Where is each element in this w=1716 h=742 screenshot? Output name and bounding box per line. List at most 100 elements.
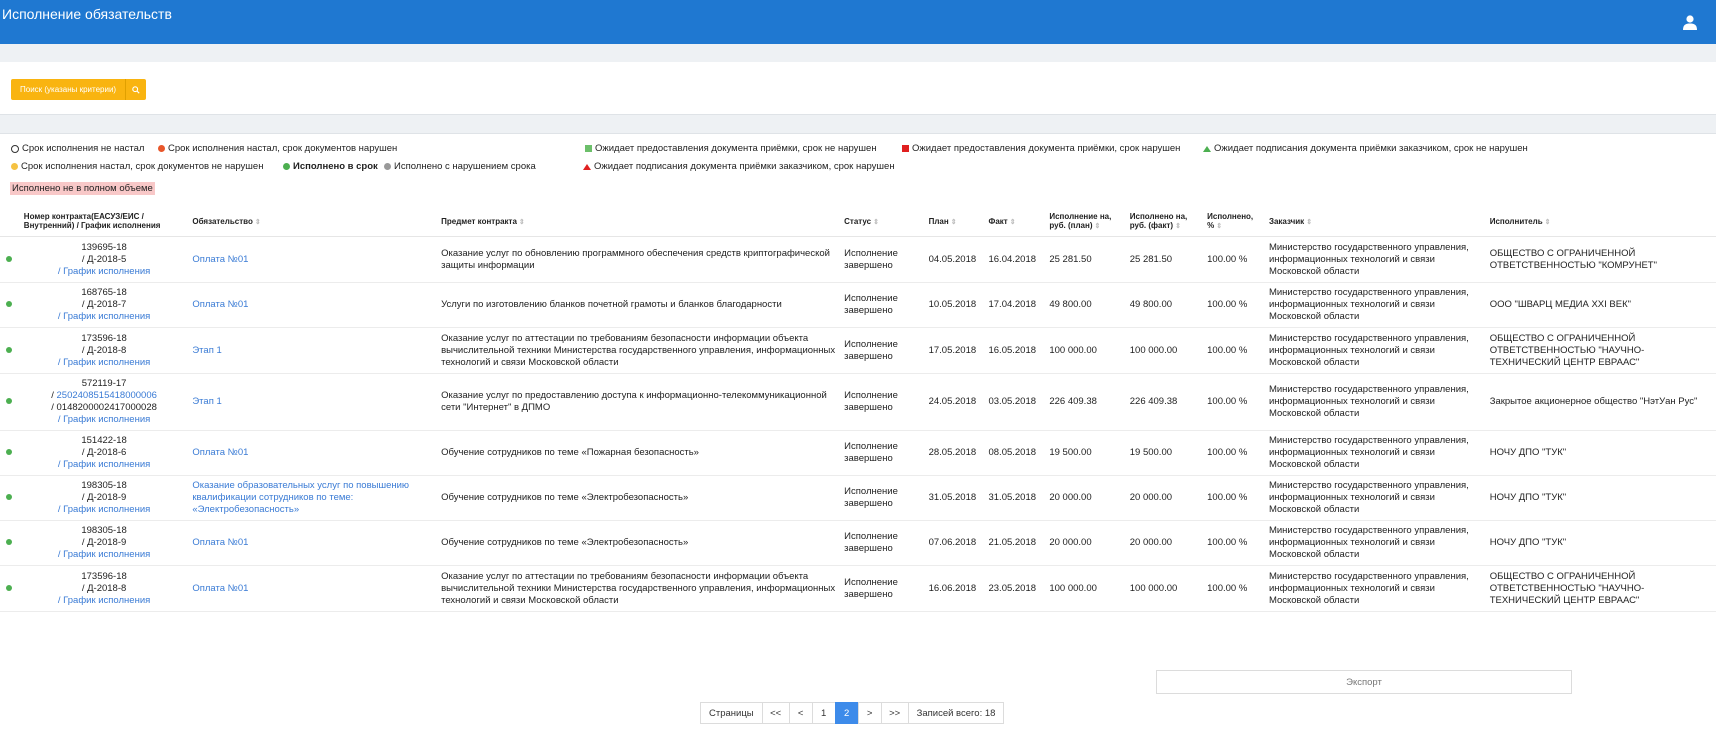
sort-icon[interactable]: ⇕ xyxy=(873,219,879,226)
plan-date: 16.06.2018 xyxy=(924,565,985,612)
schedule-link[interactable]: / График исполнения xyxy=(24,357,185,369)
column-header[interactable]: План ⇕ xyxy=(924,206,985,237)
obligation-link[interactable]: Оплата №01 xyxy=(192,537,248,548)
sort-icon[interactable]: ⇕ xyxy=(1545,219,1551,226)
schedule-link[interactable]: / График исполнения xyxy=(24,459,185,471)
legend-square-icon xyxy=(585,145,592,152)
sort-icon[interactable]: ⇕ xyxy=(1094,223,1100,230)
status-cell xyxy=(0,565,20,612)
prev-page-button[interactable]: < xyxy=(788,702,813,724)
column-header[interactable]: Исполнено на, руб. (факт) ⇕ xyxy=(1125,206,1204,237)
column-header[interactable]: Номер контракта(ЕАСУЗ/ЕИС /Внутренний) /… xyxy=(19,206,189,237)
column-header[interactable]: Заказчик ⇕ xyxy=(1264,206,1486,237)
executor-name: ОБЩЕСТВО С ОГРАНИЧЕННОЙ ОТВЕТСТВЕННОСТЬЮ… xyxy=(1485,236,1716,283)
user-icon[interactable] xyxy=(1682,14,1698,30)
customer-name: Министерство государственного управления… xyxy=(1264,520,1486,566)
schedule-link[interactable]: / График исполнения xyxy=(24,595,185,607)
status-dot-icon xyxy=(6,255,12,262)
column-header-label: Исполнено, % xyxy=(1207,212,1254,230)
column-header[interactable]: Исполнение на, руб. (план) ⇕ xyxy=(1045,206,1126,237)
sum-fact: 25 281.50 xyxy=(1125,236,1204,283)
status-text: Исполнение завершено xyxy=(840,520,925,566)
page-button[interactable]: 1 xyxy=(811,702,836,724)
total-records: Записей всего: 18 xyxy=(907,702,1005,724)
table-row[interactable]: 168765-18/ Д-2018-7/ График исполнения Оп… xyxy=(0,282,1716,328)
table-row[interactable]: 173596-18/ Д-2018-8/ График исполнения Эт… xyxy=(0,327,1716,374)
status-text: Исполнение завершено xyxy=(840,475,925,521)
legend-label: Срок исполнения не настал xyxy=(22,143,145,154)
executor-name: Закрытое акционерное общество "НэтУан Ру… xyxy=(1485,373,1716,431)
contract-eis: / 2502408515418000006 xyxy=(51,390,157,401)
legend-circle-icon xyxy=(11,163,18,170)
contract-number: 198305-18 xyxy=(81,480,127,491)
contract-internal: / Д-2018-8 xyxy=(81,582,127,594)
obligation-link[interactable]: Оплата №01 xyxy=(192,447,248,458)
schedule-link[interactable]: / График исполнения xyxy=(24,504,185,516)
next-page-button[interactable]: > xyxy=(857,702,882,724)
contract-internal: / Д-2018-8 xyxy=(81,344,127,356)
obligation-link[interactable]: Оплата №01 xyxy=(192,254,248,265)
eis-link[interactable]: 2502408515418000006 xyxy=(57,390,157,401)
column-header[interactable]: Исполнитель ⇕ xyxy=(1485,206,1716,237)
export-button[interactable]: Экспорт xyxy=(1156,670,1572,694)
sum-plan: 100 000.00 xyxy=(1045,327,1126,374)
percent-done: 100.00 % xyxy=(1203,565,1265,612)
column-header-label: Факт xyxy=(988,216,1008,226)
sum-plan: 25 281.50 xyxy=(1045,236,1126,283)
table-row[interactable]: 173596-18/ Д-2018-8/ График исполнения Оп… xyxy=(0,565,1716,612)
legend-label: Исполнено в срок xyxy=(293,161,378,172)
sort-icon[interactable]: ⇕ xyxy=(1175,223,1181,230)
fact-date: 17.04.2018 xyxy=(984,282,1046,328)
legend-item: Ожидает предоставления документа приёмки… xyxy=(585,143,877,154)
obligation-link[interactable]: Оплата №01 xyxy=(192,583,248,594)
column-header[interactable]: Исполнено, % ⇕ xyxy=(1203,206,1265,237)
last-page-button[interactable]: >> xyxy=(880,702,909,724)
fact-date: 31.05.2018 xyxy=(984,475,1046,521)
schedule-link[interactable]: / График исполнения xyxy=(24,311,185,323)
fact-date: 03.05.2018 xyxy=(984,373,1046,431)
obligation-link[interactable]: Этап 1 xyxy=(192,345,221,356)
schedule-link[interactable]: / График исполнения xyxy=(24,549,185,561)
contract-subject: Оказание услуг по аттестации по требован… xyxy=(437,327,841,374)
column-header[interactable]: Факт ⇕ xyxy=(984,206,1046,237)
sort-icon[interactable]: ⇕ xyxy=(951,219,957,226)
obligation-link[interactable]: Оплата №01 xyxy=(192,299,248,310)
table-row[interactable]: 151422-18/ Д-2018-6/ График исполнения Оп… xyxy=(0,430,1716,476)
search-icon xyxy=(125,79,146,100)
table-row[interactable]: 198305-18/ Д-2018-9/ График исполнения Ок… xyxy=(0,475,1716,521)
status-cell xyxy=(0,475,20,521)
column-header[interactable]: Предмет контракта ⇕ xyxy=(437,206,841,237)
schedule-link[interactable]: / График исполнения xyxy=(24,266,185,278)
status-text: Исполнение завершено xyxy=(840,373,925,431)
obligation-link[interactable]: Оказание образовательных услуг по повыше… xyxy=(192,480,409,515)
schedule-link[interactable]: / График исполнения xyxy=(24,414,185,426)
column-header[interactable]: Обязательство ⇕ xyxy=(188,206,438,237)
percent-done: 100.00 % xyxy=(1203,236,1265,283)
legend-label: Ожидает предоставления документа приёмки… xyxy=(595,143,877,154)
table-row[interactable]: 139695-18/ Д-2018-5/ График исполнения Оп… xyxy=(0,236,1716,283)
table-row[interactable]: 198305-18/ Д-2018-9/ График исполнения Оп… xyxy=(0,520,1716,566)
search-button[interactable]: Поиск (указаны критерии) xyxy=(11,79,147,100)
sort-icon[interactable]: ⇕ xyxy=(1010,219,1016,226)
obligation-cell: Оказание образовательных услуг по повыше… xyxy=(188,475,438,521)
first-page-button[interactable]: << xyxy=(761,702,790,724)
status-cell xyxy=(0,520,20,566)
sort-icon[interactable]: ⇕ xyxy=(255,219,261,226)
sort-icon[interactable]: ⇕ xyxy=(1306,219,1312,226)
pagination-label: Страницы xyxy=(700,702,763,724)
page-button[interactable]: 2 xyxy=(834,702,859,724)
customer-name: Министерство государственного управления… xyxy=(1264,430,1486,476)
legend-item: Исполнено в срок xyxy=(283,161,378,172)
sort-icon[interactable]: ⇕ xyxy=(1216,223,1222,230)
column-header[interactable]: Статус ⇕ xyxy=(840,206,925,237)
contract-subject: Обучение сотрудников по теме «Электробез… xyxy=(437,520,841,566)
obligation-link[interactable]: Этап 1 xyxy=(192,396,221,407)
plan-date: 24.05.2018 xyxy=(924,373,985,431)
legend-label: Ожидает подписания документа приёмки зак… xyxy=(594,161,895,172)
contract-subject: Оказание услуг по предоставлению доступа… xyxy=(437,373,841,431)
legend-item: Исполнено с нарушением срока xyxy=(384,161,536,172)
contract-number: 151422-18 xyxy=(81,435,127,446)
status-cell xyxy=(0,327,20,374)
table-row[interactable]: 572119-17/ 2502408515418000006/ 01482000… xyxy=(0,373,1716,431)
sort-icon[interactable]: ⇕ xyxy=(519,219,525,226)
